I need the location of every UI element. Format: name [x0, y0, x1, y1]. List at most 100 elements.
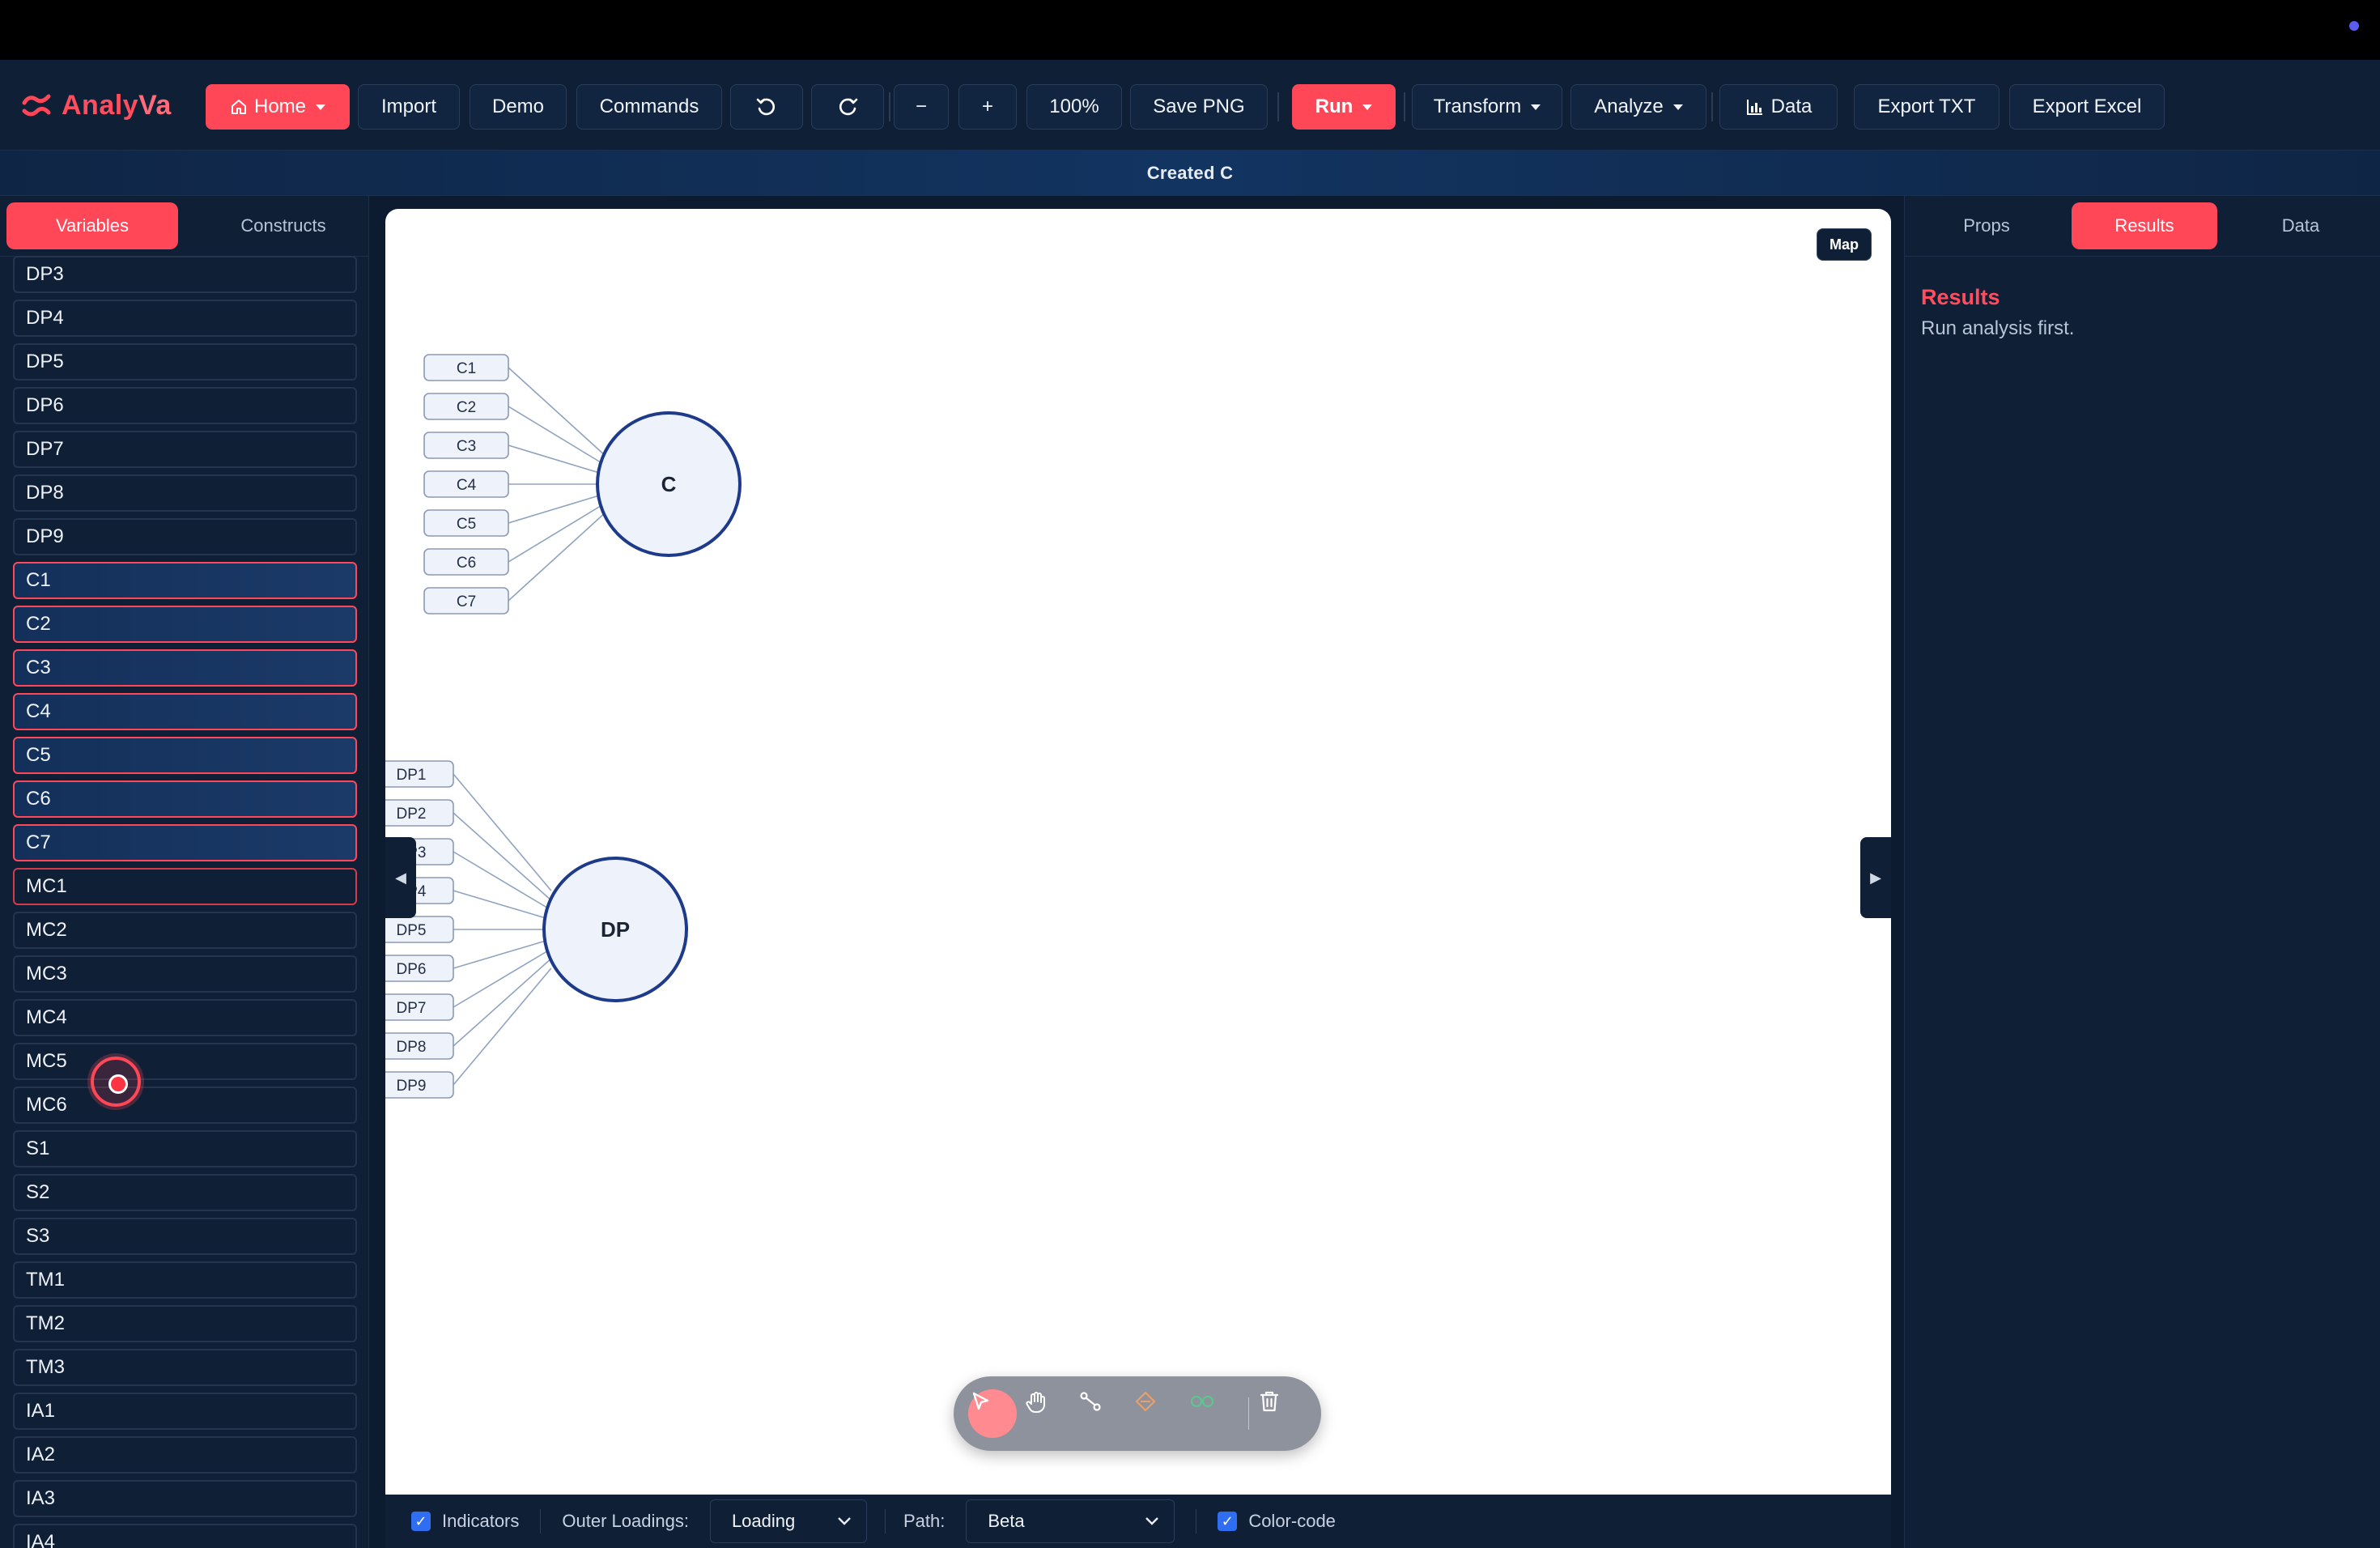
- variable-item[interactable]: DP4: [13, 300, 357, 337]
- variable-item[interactable]: TM1: [13, 1261, 357, 1299]
- variable-item[interactable]: S2: [13, 1174, 357, 1211]
- home-icon: [231, 100, 246, 114]
- indicators-checkbox[interactable]: ✓: [411, 1512, 431, 1531]
- left-panel-tabs: Variables Constructs: [6, 202, 363, 249]
- variable-item[interactable]: DP9: [13, 518, 357, 555]
- variable-item[interactable]: DP6: [13, 387, 357, 424]
- variable-item[interactable]: TM2: [13, 1305, 357, 1342]
- path-label: Path:: [903, 1511, 946, 1531]
- variable-item[interactable]: IA4: [13, 1524, 357, 1548]
- chevron-down-icon: [838, 1517, 851, 1525]
- indicator-link: [508, 503, 606, 563]
- zoom-in-button[interactable]: +: [958, 84, 1017, 130]
- indicator-label: C1: [457, 360, 476, 377]
- status-message-bar: Created C: [0, 151, 2380, 196]
- tab-constructs[interactable]: Constructs: [198, 202, 368, 249]
- zoom-out-button[interactable]: −: [894, 84, 949, 130]
- construct-group[interactable]: DP1DP2DP3DP4DP5DP6DP7DP8DP9DP: [385, 760, 688, 1099]
- app-name: AnalyVa: [62, 89, 172, 121]
- tab-data[interactable]: Data: [2227, 202, 2374, 249]
- hand-icon: [1026, 1392, 1045, 1414]
- variable-list[interactable]: DP3 DP4 DP5 DP6 DP7 DP8 DP9 C1 C2 C3 C4 C5 C6 C7 MC1 MC…: [0, 256, 368, 1548]
- status-dot: [2349, 21, 2359, 31]
- color-code-checkbox[interactable]: ✓: [1218, 1512, 1238, 1531]
- variable-item[interactable]: DP7: [13, 431, 357, 468]
- import-label: Import: [380, 96, 436, 117]
- save-png-button[interactable]: Save PNG: [1130, 84, 1268, 130]
- variable-item[interactable]: MC4: [13, 999, 357, 1036]
- export-excel-button[interactable]: Export Excel: [2009, 84, 2165, 130]
- variable-item[interactable]: S3: [13, 1218, 357, 1255]
- indicator-link: [453, 812, 552, 901]
- variable-item[interactable]: IA3: [13, 1480, 357, 1517]
- zoom-in-label: +: [981, 96, 993, 117]
- run-button[interactable]: Run: [1292, 84, 1396, 130]
- variable-item[interactable]: MC6: [13, 1087, 357, 1124]
- variable-item[interactable]: IA1: [13, 1393, 357, 1430]
- variable-item[interactable]: C6: [13, 780, 357, 818]
- connect-tool[interactable]: [1078, 1389, 1127, 1438]
- variable-item[interactable]: C3: [13, 649, 357, 687]
- variable-item[interactable]: DP5: [13, 343, 357, 381]
- tab-results[interactable]: Results: [2072, 202, 2217, 249]
- transform-button[interactable]: Transform: [1412, 84, 1562, 130]
- variable-item[interactable]: DP8: [13, 474, 357, 512]
- toolbar-divider: [1711, 92, 1713, 121]
- delete-tool[interactable]: [1258, 1389, 1307, 1438]
- variable-item[interactable]: MC3: [13, 955, 357, 993]
- mediator-tool[interactable]: [1188, 1389, 1237, 1438]
- tab-variables[interactable]: Variables: [6, 202, 178, 249]
- pan-tool[interactable]: [1023, 1389, 1072, 1438]
- data-button[interactable]: Data: [1719, 84, 1838, 130]
- construct-group[interactable]: C1 C2 C3 C4 C5 C6 C7 C: [423, 354, 742, 615]
- indicators-label: Indicators: [442, 1511, 520, 1531]
- redo-button[interactable]: [811, 84, 884, 130]
- collapse-left-panel-handle[interactable]: ◀: [385, 837, 416, 918]
- variable-item[interactable]: C5: [13, 737, 357, 774]
- commands-button[interactable]: Commands: [576, 84, 722, 130]
- undo-button[interactable]: [730, 84, 803, 130]
- map-button[interactable]: Map: [1817, 228, 1872, 261]
- variable-item[interactable]: TM3: [13, 1349, 357, 1386]
- tab-props[interactable]: Props: [1911, 202, 2062, 249]
- cursor-indicator: [91, 1057, 141, 1107]
- indicator-link: [508, 444, 606, 475]
- path-model-diagram[interactable]: C1C2C3C4C5C6C7C DP1DP2DP3DP4DP5DP6DP7DP8D…: [385, 209, 1891, 1495]
- variable-item[interactable]: S1: [13, 1130, 357, 1167]
- path-select[interactable]: Beta: [966, 1499, 1175, 1543]
- indicator-link: [453, 938, 552, 969]
- import-button[interactable]: Import: [358, 84, 460, 130]
- home-button[interactable]: Home: [206, 84, 350, 130]
- toolbar-divider: [1277, 92, 1279, 121]
- chevron-down-icon: [1531, 104, 1541, 110]
- moderator-tool[interactable]: [1133, 1389, 1182, 1438]
- export-txt-button[interactable]: Export TXT: [1854, 84, 2000, 130]
- variable-item[interactable]: MC5: [13, 1043, 357, 1080]
- bar-chart-icon: [1746, 100, 1762, 115]
- export-excel-label: Export Excel: [2032, 96, 2142, 117]
- variable-item[interactable]: C2: [13, 606, 357, 643]
- analyze-button[interactable]: Analyze: [1570, 84, 1706, 130]
- variable-item[interactable]: C1: [13, 562, 357, 599]
- variable-item[interactable]: C4: [13, 693, 357, 730]
- indicator-label: C5: [457, 516, 476, 533]
- results-panel: Props Results Data Results Run analysis …: [1904, 196, 2380, 1548]
- main-toolbar: AnalyVa Home Import Demo Commands − + 10…: [0, 60, 2380, 151]
- outer-loadings-select[interactable]: Loading: [709, 1499, 867, 1543]
- zoom-level-button[interactable]: 100%: [1026, 84, 1122, 130]
- indicator-label: DP2: [397, 806, 427, 823]
- chevron-down-icon: [1672, 104, 1683, 110]
- undo-icon: [756, 98, 776, 116]
- variable-item[interactable]: MC1: [13, 868, 357, 905]
- collapse-right-panel-handle[interactable]: ▶: [1860, 837, 1891, 918]
- app-logo: AnalyVa: [21, 89, 172, 121]
- variable-item[interactable]: MC2: [13, 912, 357, 949]
- select-tool[interactable]: [968, 1389, 1017, 1438]
- select-icon: [972, 1392, 989, 1410]
- demo-button[interactable]: Demo: [470, 84, 567, 130]
- model-canvas[interactable]: C1C2C3C4C5C6C7C DP1DP2DP3DP4DP5DP6DP7DP8D…: [385, 209, 1891, 1495]
- variable-item[interactable]: DP3: [13, 256, 357, 293]
- variable-item[interactable]: C7: [13, 824, 357, 861]
- toolbar-divider: [1404, 92, 1405, 121]
- variable-item[interactable]: IA2: [13, 1436, 357, 1474]
